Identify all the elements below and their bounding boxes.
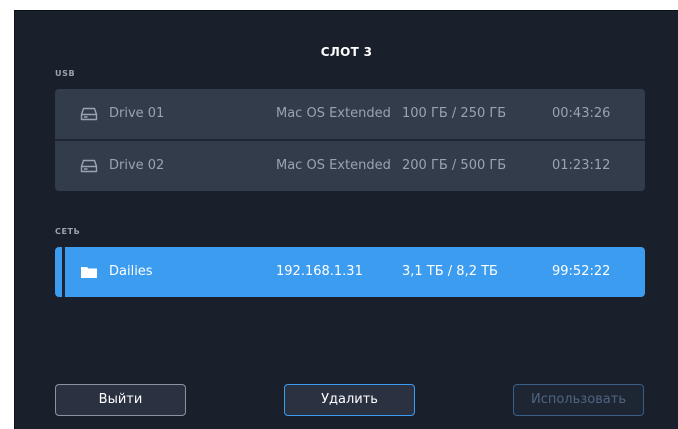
usb-drive-list: Drive 01 Mac OS Extended 100 ГБ / 250 ГБ… [55,89,645,191]
use-button[interactable]: Использовать [513,384,644,416]
drive-capacity: 100 ГБ / 250 ГБ [402,106,507,121]
hard-drive-icon [80,89,100,139]
drive-capacity: 200 ГБ / 500 ГБ [402,158,507,173]
network-time: 99:52:22 [552,264,611,279]
drive-row-1[interactable]: Drive 01 Mac OS Extended 100 ГБ / 250 ГБ… [55,89,645,139]
network-address: 192.168.1.31 [276,264,363,279]
drive-format: Mac OS Extended [276,106,391,121]
network-capacity: 3,1 ТБ / 8,2 ТБ [402,264,498,279]
network-share-name: Dailies [109,264,153,279]
exit-button[interactable]: Выйти [55,384,186,416]
hard-drive-icon [80,141,100,191]
folder-icon [80,247,100,297]
drive-time: 01:23:12 [552,158,611,173]
delete-button[interactable]: Удалить [284,384,415,416]
drive-row-2[interactable]: Drive 02 Mac OS Extended 200 ГБ / 500 ГБ… [55,141,645,191]
drive-name: Drive 02 [109,158,165,173]
section-label-usb: USB [55,69,76,78]
section-label-network: СЕТЬ [55,227,81,236]
network-row-selected[interactable]: Dailies 192.168.1.31 3,1 ТБ / 8,2 ТБ 99:… [55,247,645,297]
page-title: СЛОТ 3 [320,45,373,59]
slot-dialog: СЛОТ 3 USB Drive 01 Mac OS Extended 100 … [14,10,678,429]
drive-time: 00:43:26 [552,106,611,121]
drive-format: Mac OS Extended [276,158,391,173]
selection-accent [62,247,65,297]
drive-name: Drive 01 [109,106,165,121]
